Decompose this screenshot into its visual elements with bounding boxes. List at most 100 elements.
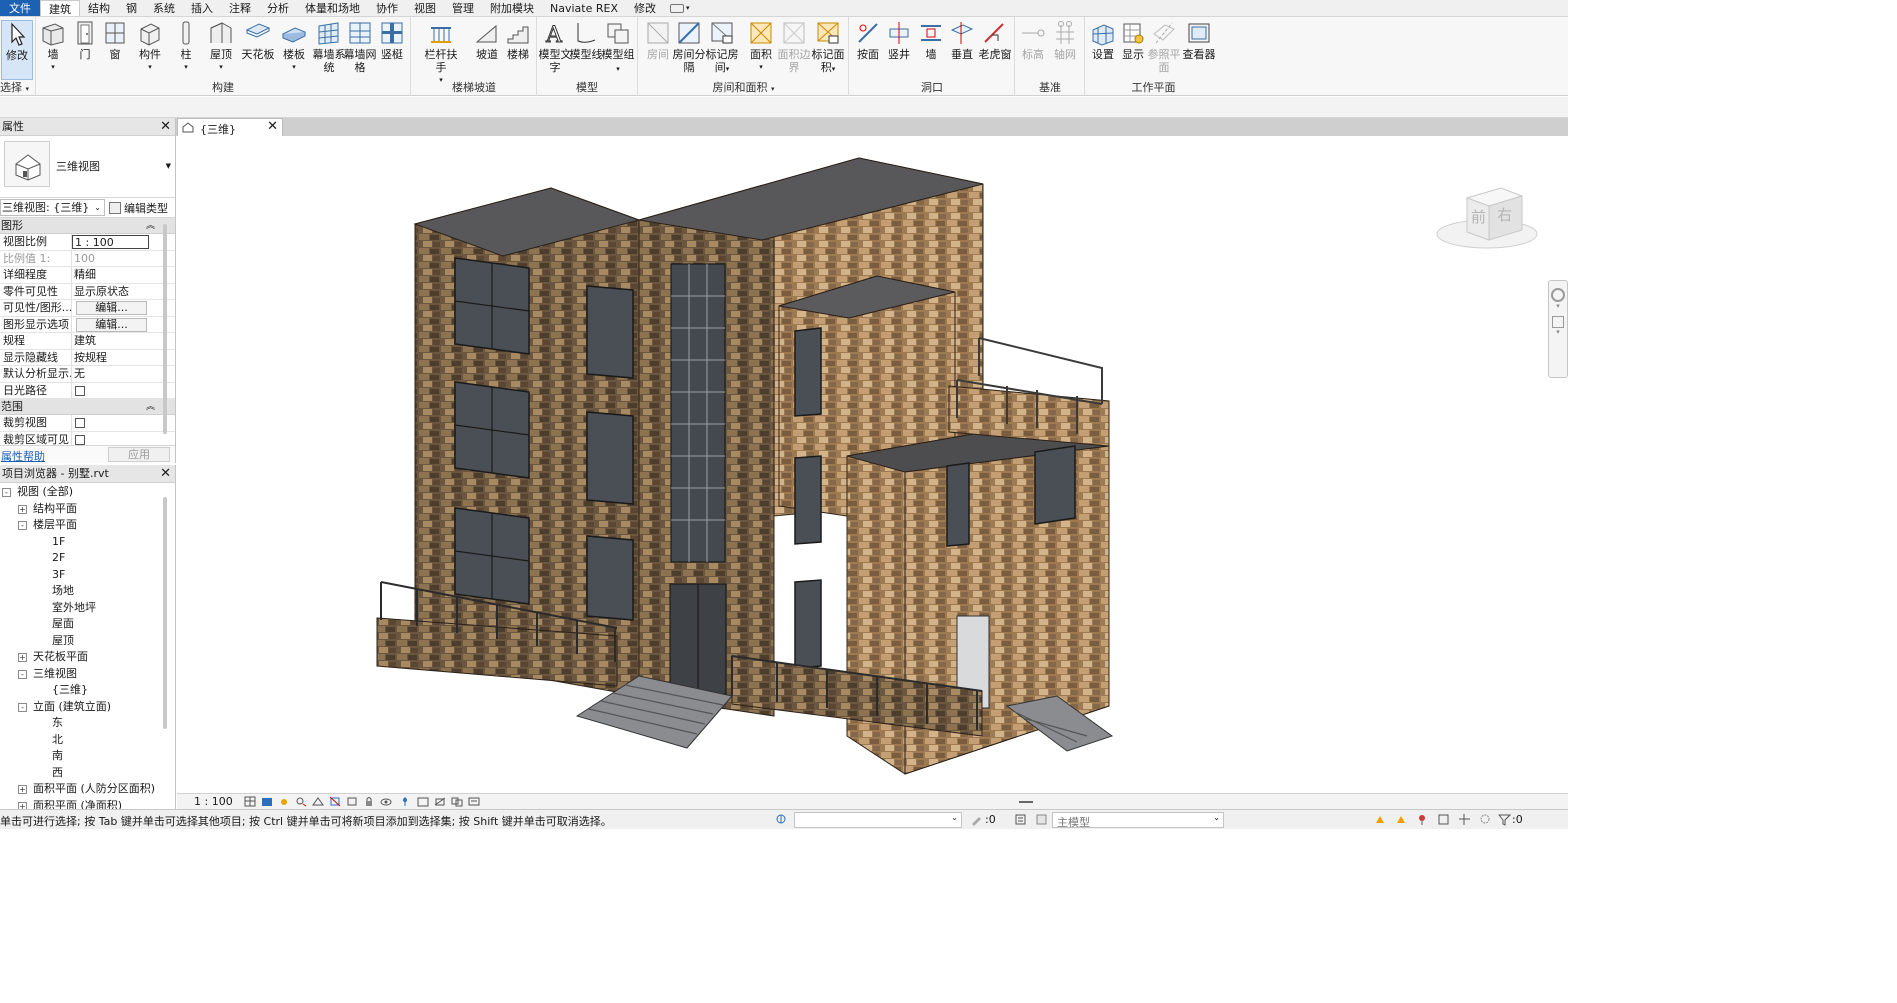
window-button[interactable]: 窗 xyxy=(98,20,132,61)
steering-wheel-icon[interactable] xyxy=(1551,288,1565,302)
tab-structure[interactable]: 结构 xyxy=(80,0,118,16)
analytical-model-icon[interactable] xyxy=(434,796,446,807)
tab-manage[interactable]: 管理 xyxy=(444,0,482,16)
view-tab-3d[interactable]: {三维} ✕ xyxy=(177,118,283,136)
select-underlay-icon[interactable] xyxy=(1395,813,1408,826)
worksharing-icon[interactable] xyxy=(417,796,429,807)
tab-collaborate[interactable]: 协作 xyxy=(368,0,406,16)
highlight-displacement-icon[interactable] xyxy=(451,796,463,807)
tab-steel[interactable]: 钢 xyxy=(118,0,145,16)
browser-node[interactable]: 室外地坪 xyxy=(0,600,170,617)
view-scale-input[interactable]: 1 : 100 xyxy=(72,235,149,249)
ribbon-toggle-button[interactable]: ▾ xyxy=(664,0,690,16)
collapse-icon[interactable]: - xyxy=(18,669,27,679)
instance-filter-select[interactable]: 三维视图: {三维} ⌄ xyxy=(0,199,105,216)
show-workplane-button[interactable]: 显示 xyxy=(1116,20,1150,61)
browser-node[interactable]: - 立面 (建筑立面) xyxy=(0,699,170,716)
tag-area-button[interactable]: 标记面积▾ xyxy=(811,20,845,76)
column-button[interactable]: 柱 ▾ xyxy=(169,20,203,74)
ceiling-button[interactable]: 天花板 xyxy=(241,20,275,61)
area-button[interactable]: 面积 ▾ xyxy=(744,20,778,74)
wall-opening-button[interactable]: 墙 xyxy=(914,20,948,61)
crop-region-icon[interactable] xyxy=(346,796,358,807)
browser-node[interactable]: - 楼层平面 xyxy=(0,517,170,534)
design-options-icon[interactable] xyxy=(1014,813,1027,826)
door-button[interactable]: 门 xyxy=(68,20,102,61)
discipline-select[interactable]: 建筑 xyxy=(72,333,149,349)
tab-annotate[interactable]: 注释 xyxy=(221,0,259,16)
component-button[interactable]: 构件 ▾ xyxy=(133,20,167,74)
hidden-lines-select[interactable]: 按规程 xyxy=(72,350,149,366)
tab-naviate-rex[interactable]: Naviate REX xyxy=(542,0,626,16)
apply-button[interactable]: 应用 xyxy=(108,447,170,462)
detail-level-select[interactable]: 精细 xyxy=(72,267,149,283)
tab-analyze[interactable]: 分析 xyxy=(259,0,297,16)
reference-plane-button[interactable]: 参照平面 xyxy=(1147,20,1181,74)
room-separator-button[interactable]: 房间分隔 xyxy=(672,20,706,74)
browser-node[interactable]: 屋面 xyxy=(0,616,170,633)
drag-on-selection-icon[interactable] xyxy=(1458,813,1471,826)
viewcube-front[interactable]: 前 xyxy=(1471,208,1486,226)
area-boundary-button[interactable]: 面积边界 xyxy=(777,20,811,74)
curtain-grid-button[interactable]: 幕墙网格 xyxy=(343,20,377,74)
panel-room-area-title[interactable]: 房间和面积 ▾ xyxy=(639,79,848,95)
browser-node[interactable]: + 结构平面 xyxy=(0,501,170,518)
wall-button[interactable]: 墙 ▾ xyxy=(36,20,70,74)
detail-level-icon[interactable] xyxy=(244,796,256,807)
roof-button[interactable]: 屋顶 ▾ xyxy=(204,20,238,74)
shadows-icon[interactable] xyxy=(295,796,307,807)
expand-icon[interactable]: + xyxy=(18,801,27,809)
browser-node[interactable]: + 面积平面 (人防分区面积) xyxy=(0,781,170,798)
properties-help-link[interactable]: 属性帮助 xyxy=(1,448,45,464)
by-face-button[interactable]: 按面 xyxy=(851,20,885,61)
zoom-icon[interactable] xyxy=(1552,316,1564,328)
floor-button[interactable]: 楼板 ▾ xyxy=(277,20,311,74)
properties-scrollbar[interactable] xyxy=(163,224,167,434)
browser-node[interactable]: + 面积平面 (净面积) xyxy=(0,798,170,809)
tab-systems[interactable]: 系统 xyxy=(145,0,183,16)
chevron-down-icon[interactable]: ▾ xyxy=(1549,302,1567,310)
select-by-face-icon[interactable] xyxy=(1437,813,1450,826)
close-icon[interactable]: ✕ xyxy=(267,119,278,134)
browser-node[interactable]: + 天花板平面 xyxy=(0,649,170,666)
browser-node[interactable]: 北 xyxy=(0,732,170,749)
lock-view-icon[interactable] xyxy=(363,796,375,807)
main-model-icon[interactable] xyxy=(1035,813,1048,826)
parts-visibility-select[interactable]: 显示原状态 xyxy=(72,284,149,300)
stair-button[interactable]: 楼梯 xyxy=(501,20,535,61)
level-button[interactable]: 标高 xyxy=(1016,20,1050,61)
collapse-icon[interactable]: - xyxy=(18,521,27,530)
sun-path-checkbox[interactable] xyxy=(75,385,85,396)
crop-region-visible-checkbox[interactable] xyxy=(75,434,85,445)
temporary-hide-icon[interactable] xyxy=(380,796,392,807)
chevron-down-icon[interactable]: ▾ xyxy=(1549,328,1567,336)
tab-architecture[interactable]: 建筑 xyxy=(40,0,80,16)
analysis-display-select[interactable]: 无 xyxy=(72,366,149,382)
tab-insert[interactable]: 插入 xyxy=(183,0,221,16)
background-processes-icon[interactable] xyxy=(1479,813,1492,826)
select-dropdown[interactable]: 选择 ▾ xyxy=(0,79,35,95)
tab-modify[interactable]: 修改 xyxy=(626,0,664,16)
curtain-system-button[interactable]: 幕墙系统 xyxy=(312,20,346,74)
viewcube-right[interactable]: 右 xyxy=(1497,206,1512,224)
visual-style-icon[interactable] xyxy=(261,796,273,807)
browser-node[interactable]: 场地 xyxy=(0,583,170,600)
sun-path-icon[interactable] xyxy=(278,796,290,807)
viewcube[interactable]: 前 右 xyxy=(1436,187,1538,249)
browser-node[interactable]: 2F xyxy=(0,550,170,567)
vertical-opening-button[interactable]: 垂直 xyxy=(945,20,979,61)
browser-scrollbar[interactable] xyxy=(163,497,167,729)
tab-file[interactable]: 文件 xyxy=(0,0,40,16)
tab-view[interactable]: 视图 xyxy=(406,0,444,16)
railing-button[interactable]: 栏杆扶手 ▾ xyxy=(421,20,461,87)
workset-select[interactable]: ⌄ xyxy=(794,812,962,828)
close-icon[interactable]: ✕ xyxy=(160,465,171,483)
expand-icon[interactable]: + xyxy=(18,785,27,794)
browser-node[interactable]: - 三维视图 xyxy=(0,666,170,683)
tab-addins[interactable]: 附加模块 xyxy=(482,0,542,16)
view-scale-button[interactable]: 1 : 100 xyxy=(194,795,233,808)
tab-massing-site[interactable]: 体量和场地 xyxy=(297,0,368,16)
grid-button[interactable]: 轴网 xyxy=(1048,20,1082,61)
render-icon[interactable] xyxy=(312,796,324,807)
collapse-icon[interactable]: - xyxy=(18,702,27,712)
